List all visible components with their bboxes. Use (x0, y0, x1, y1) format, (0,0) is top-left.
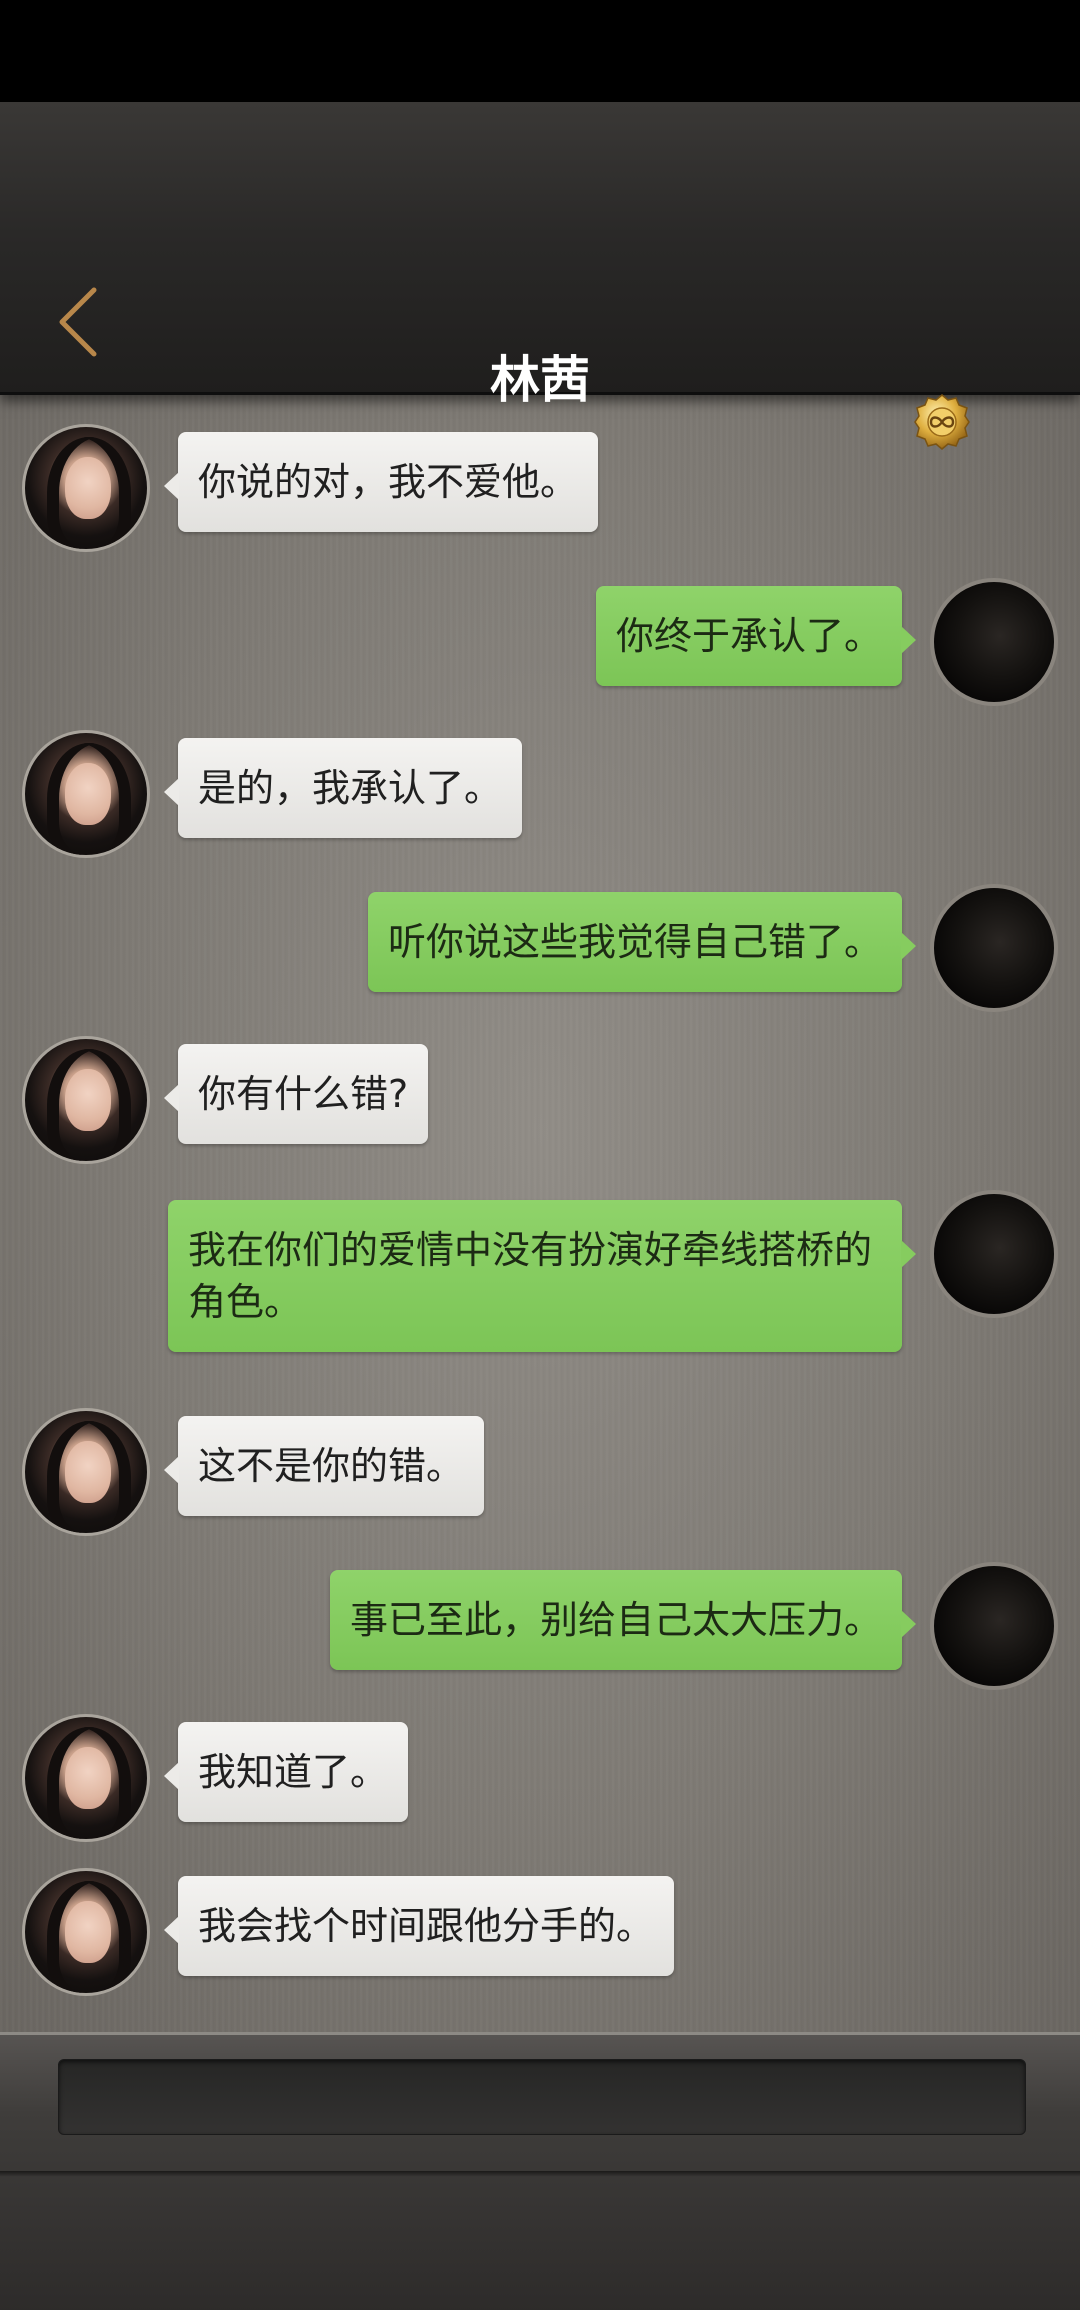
contact-avatar[interactable] (22, 1868, 150, 1996)
user-avatar[interactable] (930, 1562, 1058, 1690)
message-list[interactable]: 你说的对，我不爱他。 你终于承认了。 是的，我承认了。 听你说这些我觉得自己错了… (0, 392, 1080, 2032)
user-avatar[interactable] (930, 884, 1058, 1012)
user-avatar[interactable] (930, 578, 1058, 706)
input-bar (0, 2032, 1080, 2310)
received-message[interactable]: 是的，我承认了。 (163, 738, 523, 838)
sent-message[interactable]: 我在你们的爱情中没有扮演好牵线搭桥的角色。 (168, 1200, 916, 1352)
contact-avatar[interactable] (22, 730, 150, 858)
received-message[interactable]: 你有什么错? (163, 1044, 429, 1144)
user-avatar[interactable] (930, 1190, 1058, 1318)
contact-avatar[interactable] (22, 1714, 150, 1842)
chevron-left-icon (59, 287, 97, 357)
sent-message[interactable]: 听你说这些我觉得自己错了。 (367, 892, 917, 992)
contact-name-title: 林茜 (490, 350, 590, 409)
status-bar (0, 0, 1080, 102)
received-message[interactable]: 你说的对，我不爱他。 (163, 432, 599, 532)
contact-avatar[interactable] (22, 1408, 150, 1536)
sent-message[interactable]: 你终于承认了。 (595, 586, 917, 686)
sent-message[interactable]: 事已至此，别给自己太大压力。 (329, 1570, 917, 1670)
message-input[interactable] (58, 2059, 1026, 2135)
bottom-divider (0, 2171, 1080, 2177)
received-message[interactable]: 这不是你的错。 (163, 1416, 485, 1516)
back-button[interactable] (50, 282, 110, 362)
chat-screen: 林茜 你说的对，我不爱他。 你终于承认了。 是的，我承认了。 听你说这些我觉得自… (0, 0, 1080, 2310)
received-message[interactable]: 我知道了。 (163, 1722, 409, 1822)
chat-header: 林茜 (0, 102, 1080, 450)
contact-avatar[interactable] (22, 1036, 150, 1164)
infinity-coin-icon (914, 394, 970, 450)
contact-avatar[interactable] (22, 424, 150, 552)
coin-button[interactable] (912, 392, 972, 452)
received-message[interactable]: 我会找个时间跟他分手的。 (163, 1876, 675, 1976)
